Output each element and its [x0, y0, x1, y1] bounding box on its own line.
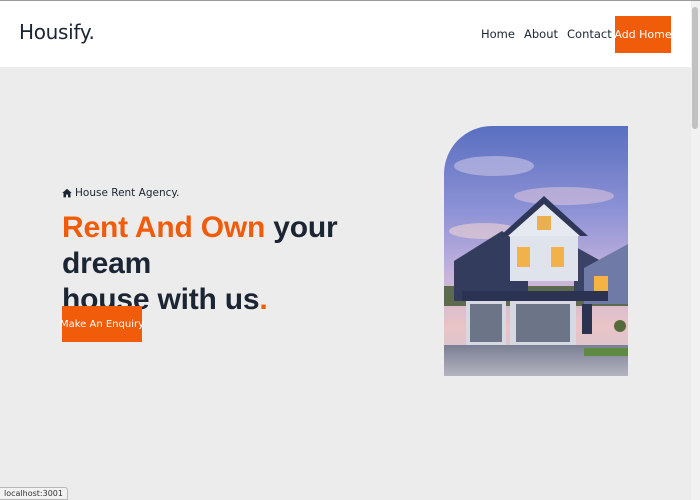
home-icon	[62, 188, 72, 198]
headline-accent: Rent And Own	[62, 211, 266, 244]
brand-logo[interactable]: Housify.	[19, 20, 95, 44]
tagline-text: House Rent Agency.	[75, 187, 180, 199]
add-home-button[interactable]: Add Home	[614, 16, 672, 53]
scrollbar-thumb[interactable]	[692, 7, 698, 129]
nav-link-about[interactable]: About	[524, 27, 558, 41]
nav-link-home[interactable]: Home	[481, 27, 515, 41]
hero-headline: Rent And Own your dream house with us.	[62, 210, 422, 318]
hero-tagline: House Rent Agency.	[62, 187, 179, 199]
headline-dot: .	[259, 283, 268, 316]
navbar: Housify. Home About Contact Add Home	[0, 1, 691, 67]
status-bar-url: localhost:3001	[0, 487, 68, 500]
nav-link-contact[interactable]: Contact	[567, 27, 612, 41]
house-photo	[444, 126, 628, 376]
make-enquiry-button[interactable]: Make An Enquiry	[60, 306, 144, 342]
